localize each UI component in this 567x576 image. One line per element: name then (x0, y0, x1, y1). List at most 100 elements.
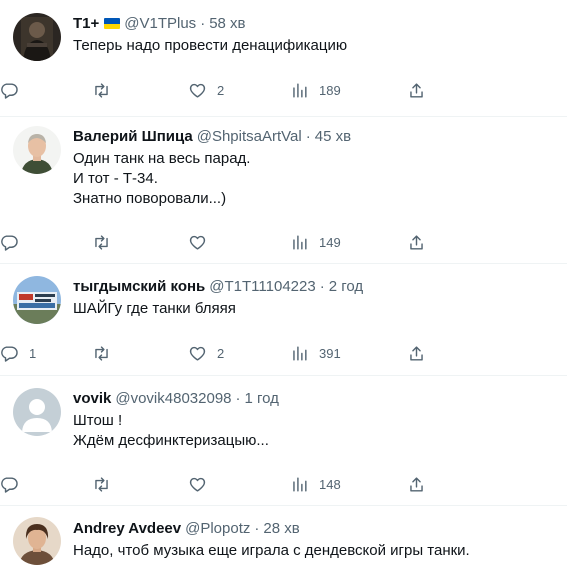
user-handle[interactable]: @ShpitsaArtVal (197, 127, 302, 147)
avatar[interactable] (13, 388, 61, 436)
views-button[interactable]: 149 (290, 232, 341, 252)
like-button[interactable]: 2 (188, 343, 224, 363)
like-icon (189, 83, 206, 98)
reply-icon (1, 82, 18, 99)
user-handle[interactable]: @V1TPlus (124, 14, 196, 34)
tweet-actions: 149 (0, 232, 567, 252)
default-avatar-icon (13, 388, 61, 436)
tweet-text-line: ШАЙГу где танки бляяя (73, 300, 236, 317)
retweet-button[interactable] (92, 80, 121, 100)
avatar-image (13, 276, 61, 324)
tweet-header: Т1+ @V1TPlus · 58 хв (73, 14, 559, 34)
tweet[interactable]: тыгдымский конь @T1T11104223 · 2 год ШАЙ… (0, 264, 567, 376)
reply-button[interactable] (0, 474, 29, 494)
tweet[interactable]: vovik @vovik48032098 · 1 год Штош ! Ждём… (0, 376, 567, 506)
share-icon (410, 82, 423, 98)
reply-icon (1, 234, 18, 251)
reply-icon (1, 345, 18, 362)
separator-dot: · (254, 520, 260, 537)
timestamp[interactable]: 2 год (329, 277, 363, 297)
reply-icon (1, 476, 18, 493)
tweet-header: vovik @vovik48032098 · 1 год (73, 389, 559, 409)
share-icon (410, 345, 423, 361)
avatar[interactable] (13, 517, 61, 565)
retweet-icon (95, 345, 108, 361)
user-handle[interactable]: @T1T11104223 (209, 277, 315, 297)
reply-button[interactable] (0, 80, 29, 100)
share-button[interactable] (407, 343, 426, 363)
tweet-text-line: Знатно поворовали...) (73, 190, 227, 207)
tweet-actions: 1 2 391 (0, 343, 567, 363)
user-handle[interactable]: @Plopotz (185, 519, 250, 539)
avatar-image (13, 517, 61, 565)
like-button[interactable]: 2 (188, 80, 224, 100)
like-icon (189, 477, 206, 492)
views-button[interactable]: 148 (290, 474, 341, 494)
tweet-text-line: Один танк на весь парад. (73, 150, 251, 167)
separator-dot: · (319, 278, 325, 295)
display-name[interactable]: vovik (73, 389, 111, 409)
display-name[interactable]: тыгдымский конь (73, 277, 205, 297)
tweet-text: ШАЙГу где танки бляяя (73, 299, 559, 319)
share-button[interactable] (407, 232, 426, 252)
retweet-icon (95, 82, 108, 98)
tweet-text: Теперь надо провести денацификацию (73, 36, 559, 56)
reply-feed: Т1+ @V1TPlus · 58 хв Теперь надо провест… (0, 0, 567, 576)
display-name[interactable]: Andrey Avdeev (73, 519, 181, 539)
views-count: 189 (319, 82, 341, 98)
retweet-button[interactable] (92, 232, 121, 252)
share-button[interactable] (407, 80, 426, 100)
user-handle[interactable]: @vovik48032098 (115, 389, 231, 409)
tweet[interactable]: Andrey Avdeev @Plopotz · 28 хв Надо, что… (0, 506, 567, 576)
retweet-button[interactable] (92, 343, 121, 363)
share-icon (410, 476, 423, 492)
timestamp[interactable]: 1 год (245, 389, 279, 409)
views-count: 148 (319, 476, 341, 492)
retweet-icon (95, 476, 108, 492)
avatar-image (13, 13, 61, 61)
timestamp[interactable]: 45 хв (315, 127, 351, 147)
tweet-text: Один танк на весь парад. И тот - Т-34. З… (73, 149, 559, 209)
tweet-actions: 148 (0, 474, 567, 494)
timestamp[interactable]: 58 хв (209, 14, 245, 34)
views-icon (293, 345, 307, 361)
reply-button[interactable]: 1 (0, 343, 36, 363)
views-count: 149 (319, 234, 341, 250)
like-count: 2 (217, 345, 225, 361)
tweet[interactable]: Т1+ @V1TPlus · 58 хв Теперь надо провест… (0, 0, 567, 117)
tweet-text: Надо, чтоб музыка еще играла с дендевско… (73, 541, 559, 561)
reply-button[interactable] (0, 232, 29, 252)
views-icon (293, 476, 307, 492)
tweet-text-line: Надо, чтоб музыка еще играла с дендевско… (73, 542, 470, 559)
tweet-header: тыгдымский конь @T1T11104223 · 2 год (73, 277, 559, 297)
tweet-header: Валерий Шпица @ShpitsaArtVal · 45 хв (73, 127, 559, 147)
avatar[interactable] (13, 126, 61, 174)
tweet-actions: 2 189 (0, 80, 567, 100)
avatar[interactable] (13, 13, 61, 61)
display-name[interactable]: Валерий Шпица (73, 127, 193, 147)
tweet-text-line: Штош ! (73, 412, 123, 429)
views-count: 391 (319, 345, 341, 361)
like-button[interactable] (188, 474, 217, 494)
like-icon (189, 346, 206, 361)
tweet[interactable]: Валерий Шпица @ShpitsaArtVal · 45 хв Оди… (0, 117, 567, 264)
tweet-text: Штош ! Ждём десфинктеризацыю... (73, 411, 559, 451)
tweet-header: Andrey Avdeev @Plopotz · 28 хв (73, 519, 559, 539)
reply-count: 1 (29, 345, 37, 361)
views-button[interactable]: 189 (290, 80, 341, 100)
separator-dot: · (235, 390, 241, 407)
avatar[interactable] (13, 276, 61, 324)
like-button[interactable] (188, 232, 217, 252)
retweet-button[interactable] (92, 474, 121, 494)
tweet-text-line: Теперь надо провести денацификацию (73, 37, 348, 54)
views-icon (293, 234, 307, 250)
views-icon (293, 82, 307, 98)
views-button[interactable]: 391 (290, 343, 341, 363)
ukraine-flag-icon (104, 18, 121, 29)
share-icon (410, 234, 423, 250)
share-button[interactable] (407, 474, 426, 494)
tweet-text-line: Ждём десфинктеризацыю... (73, 432, 269, 449)
separator-dot: · (305, 128, 311, 145)
display-name[interactable]: Т1+ (73, 14, 99, 34)
timestamp[interactable]: 28 хв (263, 519, 299, 539)
